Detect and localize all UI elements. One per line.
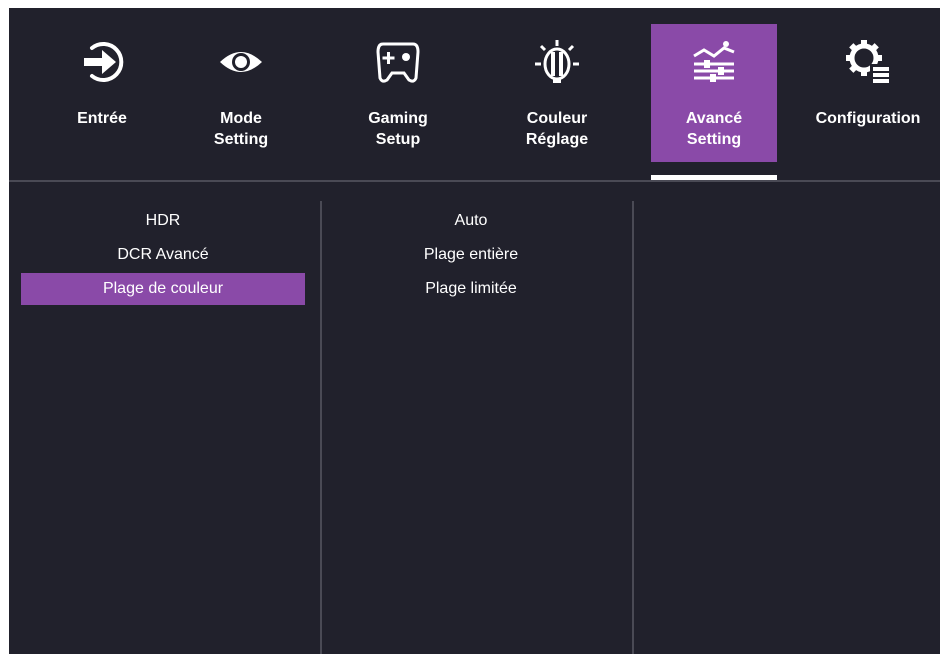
tab-gaming-setup[interactable]: Gaming Setup (335, 24, 461, 162)
tab-entree[interactable]: Entrée (39, 24, 165, 162)
input-icon (78, 38, 126, 86)
header-divider (9, 180, 940, 182)
option-plage-entiere[interactable]: Plage entière (339, 239, 603, 271)
tab-avance-setting[interactable]: Avancé Setting (651, 24, 777, 162)
gear-list-icon (844, 38, 892, 86)
color-bulb-icon (533, 38, 581, 86)
menu-item-plage-de-couleur[interactable]: Plage de couleur (21, 273, 305, 305)
tab-couleur-reglage[interactable]: Couleur Réglage (494, 24, 620, 162)
option-plage-limitee[interactable]: Plage limitée (339, 273, 603, 305)
menu-item-dcr-avance[interactable]: DCR Avancé (21, 239, 305, 271)
gamepad-icon (374, 38, 422, 86)
osd-menu: Entrée Mode Setting Gaming Setup Couleur… (9, 8, 940, 654)
column-divider (632, 201, 634, 654)
column-divider (320, 201, 322, 654)
tab-label: Gaming Setup (368, 110, 428, 148)
option-auto[interactable]: Auto (339, 205, 603, 237)
tab-configuration[interactable]: Configuration (805, 24, 931, 162)
tab-bar: Entrée Mode Setting Gaming Setup Couleur… (9, 8, 940, 188)
tab-label: Mode Setting (213, 110, 269, 148)
tab-mode-setting[interactable]: Mode Setting (178, 24, 304, 162)
tab-label: Entrée (77, 110, 127, 127)
tab-label: Configuration (815, 110, 921, 127)
advanced-settings-icon (690, 38, 738, 86)
menu-item-hdr[interactable]: HDR (21, 205, 305, 237)
empty-detail-pane (636, 201, 936, 654)
tab-label: Avancé Setting (685, 110, 743, 148)
eye-icon (217, 38, 265, 86)
tab-label: Couleur Réglage (525, 110, 589, 148)
